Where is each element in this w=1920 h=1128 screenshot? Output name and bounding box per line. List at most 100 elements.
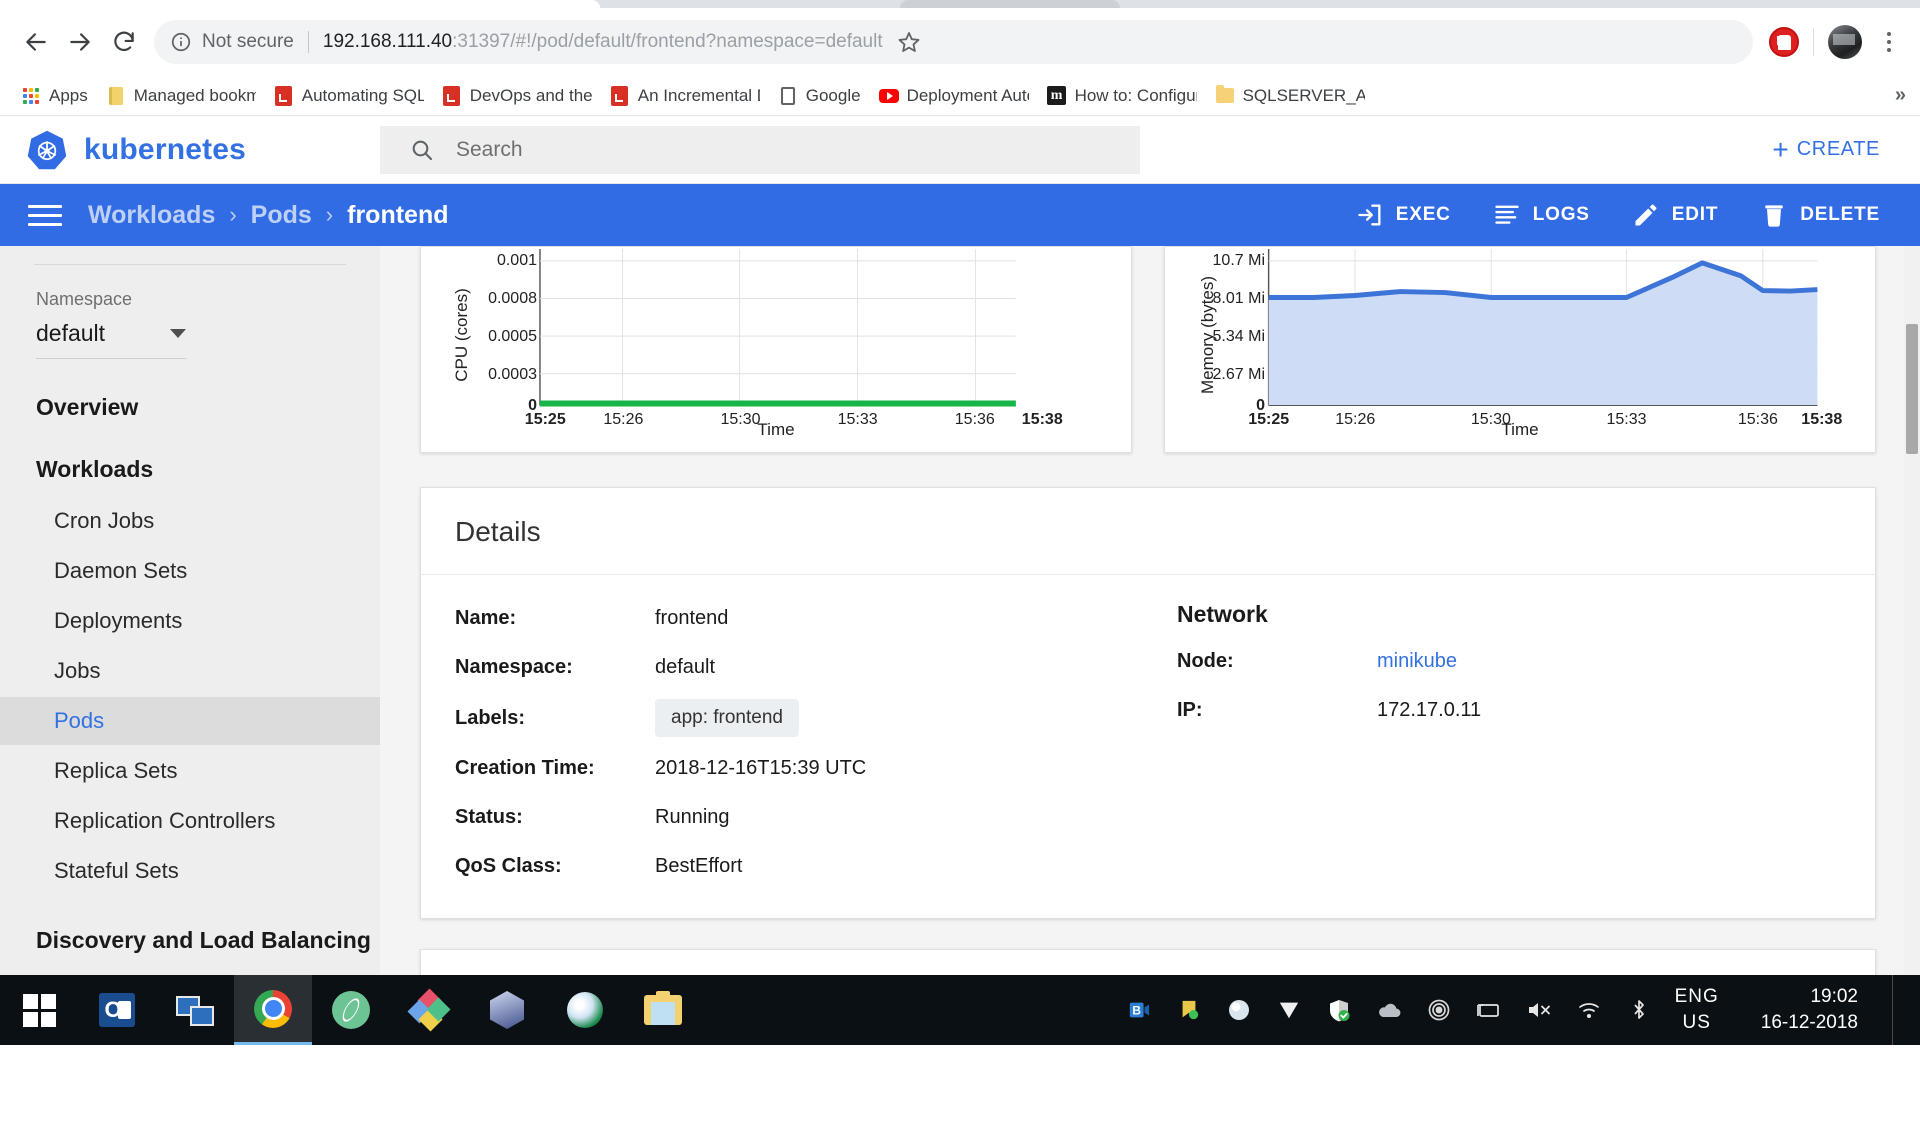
create-button[interactable]: + CREATE	[1772, 136, 1880, 164]
bookmark-how-to-configure[interactable]: m How to: Configure De	[1038, 80, 1206, 112]
details-title: Details	[421, 488, 1875, 575]
bookmark-incremental-database[interactable]: An Incremental Datab	[601, 80, 769, 112]
notes-icon[interactable]	[1175, 996, 1203, 1024]
taskbar-clock[interactable]: 19:02 16-12-2018	[1757, 986, 1870, 1034]
file-explorer-icon[interactable]	[624, 975, 702, 1045]
search-icon	[410, 138, 434, 162]
background-tab[interactable]	[900, 0, 1120, 8]
defender-shield-icon[interactable]	[1325, 996, 1353, 1024]
bookmark-automating-sql[interactable]: Automating SQL Serv	[265, 80, 433, 112]
bitlocker-icon[interactable]: B	[1125, 996, 1153, 1024]
bookmarks-overflow-button[interactable]: »	[1895, 84, 1906, 107]
info-circle-icon	[170, 31, 192, 53]
sidebar-section-workloads[interactable]: Workloads	[0, 456, 380, 483]
bookmark-google[interactable]: Google	[769, 80, 870, 112]
forward-arrow-icon[interactable]	[58, 20, 102, 64]
address-bar[interactable]: Not secure 192.168.111.40:31397/#!/pod/d…	[154, 20, 1753, 64]
virtualbox-icon[interactable]	[468, 975, 546, 1045]
content-scrollbar-thumb[interactable]	[1906, 324, 1918, 454]
sidebar-section-discovery[interactable]: Discovery and Load Balancing	[0, 927, 380, 954]
reload-icon[interactable]	[102, 20, 146, 64]
internet-explorer-icon[interactable]	[546, 975, 624, 1045]
network-heading: Network	[1177, 601, 1841, 628]
node-link[interactable]: minikube	[1377, 650, 1457, 673]
breadcrumb-item-pods[interactable]: Pods	[251, 201, 312, 230]
active-tab[interactable]	[0, 0, 600, 8]
logs-button[interactable]: LOGS	[1493, 201, 1590, 229]
delete-button[interactable]: DELETE	[1760, 201, 1880, 229]
back-arrow-icon[interactable]	[14, 20, 58, 64]
content-scrollbar-track[interactable]	[1904, 246, 1920, 975]
battery-charging-icon[interactable]	[1475, 996, 1503, 1024]
sidebar-item-replica-sets[interactable]: Replica Sets	[0, 747, 380, 795]
bookmark-apps[interactable]: Apps	[12, 80, 97, 112]
adblock-extension-icon[interactable]	[1769, 27, 1799, 57]
radar-tray-icon[interactable]	[1425, 996, 1453, 1024]
volume-muted-icon[interactable]	[1525, 996, 1553, 1024]
create-label: CREATE	[1797, 138, 1880, 161]
detail-row-status: Status: Running	[455, 800, 1119, 835]
detail-row-namespace: Namespace: default	[455, 650, 1119, 685]
detail-value: default	[655, 656, 715, 679]
detail-key: IP:	[1177, 699, 1377, 722]
detail-value: 2018-12-16T15:39 UTC	[655, 757, 866, 780]
exec-label: EXEC	[1396, 204, 1451, 226]
memory-x-axis-label: Time	[1165, 420, 1875, 440]
detail-row-labels: Labels: app: frontend	[455, 699, 1119, 737]
sidebar-item-cron-jobs[interactable]: Cron Jobs	[0, 497, 380, 545]
ie-tray-icon[interactable]	[1225, 996, 1253, 1024]
sidebar-item-pods[interactable]: Pods	[0, 697, 380, 745]
wifi-icon[interactable]	[1575, 996, 1603, 1024]
exec-terminal-icon	[1356, 201, 1384, 229]
sidebar-item-jobs[interactable]: Jobs	[0, 647, 380, 695]
detail-key: QoS Class:	[455, 855, 655, 878]
dashboard-body: Namespace default Overview Workloads Cro…	[0, 246, 1920, 975]
windows-start-icon[interactable]	[0, 975, 78, 1045]
detail-value: 172.17.0.11	[1377, 699, 1481, 722]
detail-key: Node:	[1177, 650, 1377, 673]
main-content: CPU (cores) 0.001 0.001 0.0008 0.0005 0.…	[380, 246, 1920, 975]
bookmark-label: Google	[806, 86, 861, 106]
sidebar-item-deployments[interactable]: Deployments	[0, 597, 380, 645]
remote-desktop-icon[interactable]	[156, 975, 234, 1045]
svg-text:B: B	[1132, 1004, 1141, 1018]
namespace-select[interactable]: default	[36, 320, 186, 359]
bookmarks-bar: Apps Managed bookmarks Automating SQL Se…	[0, 76, 1920, 116]
bookmark-devops-dba[interactable]: DevOps and the DBA	[433, 80, 601, 112]
brand-area[interactable]: kubernetes	[0, 129, 380, 171]
extension-icons	[1763, 25, 1906, 59]
onedrive-cloud-icon[interactable]	[1375, 996, 1403, 1024]
taskbar-pinned-apps	[0, 975, 702, 1045]
bookmark-star-icon[interactable]	[889, 22, 929, 62]
atom-editor-icon[interactable]	[312, 975, 390, 1045]
sidebar-item-overview[interactable]: Overview	[0, 394, 380, 421]
exec-button[interactable]: EXEC	[1356, 201, 1451, 229]
hamburger-menu-icon[interactable]	[28, 205, 62, 226]
medium-icon: m	[1047, 86, 1067, 106]
folder-icon	[1215, 86, 1235, 106]
bluetooth-icon[interactable]	[1625, 996, 1653, 1024]
sidebar-item-stateful-sets[interactable]: Stateful Sets	[0, 847, 380, 895]
edit-button[interactable]: EDIT	[1632, 201, 1718, 229]
profile-avatar[interactable]	[1828, 25, 1862, 59]
chrome-icon[interactable]	[234, 975, 312, 1045]
bookmark-label: Managed bookmarks	[134, 86, 256, 106]
outlook-icon[interactable]	[78, 975, 156, 1045]
language-indicator[interactable]: ENG US	[1675, 986, 1719, 1034]
search-input[interactable]: Search	[380, 126, 1140, 174]
bookmark-deployment-automation[interactable]: Deployment Automat	[870, 80, 1038, 112]
label-chip[interactable]: app: frontend	[655, 699, 799, 737]
bookmark-sqlserver-automation[interactable]: SQLSERVER_AUTOMA	[1206, 80, 1374, 112]
namespace-label: Namespace	[0, 265, 380, 310]
detail-value: frontend	[655, 607, 728, 630]
show-desktop-button[interactable]	[1892, 975, 1902, 1045]
chrome-menu-kebab-icon[interactable]	[1872, 25, 1906, 59]
breadcrumb-item-workloads[interactable]: Workloads	[88, 201, 215, 230]
delete-label: DELETE	[1800, 204, 1880, 226]
bookmark-managed[interactable]: Managed bookmarks	[97, 80, 265, 112]
kdiff-icon[interactable]	[390, 975, 468, 1045]
sidebar-item-daemon-sets[interactable]: Daemon Sets	[0, 547, 380, 595]
triangle-tray-icon[interactable]	[1275, 996, 1303, 1024]
sidebar-item-replication-controllers[interactable]: Replication Controllers	[0, 797, 380, 845]
edit-label: EDIT	[1672, 204, 1718, 226]
